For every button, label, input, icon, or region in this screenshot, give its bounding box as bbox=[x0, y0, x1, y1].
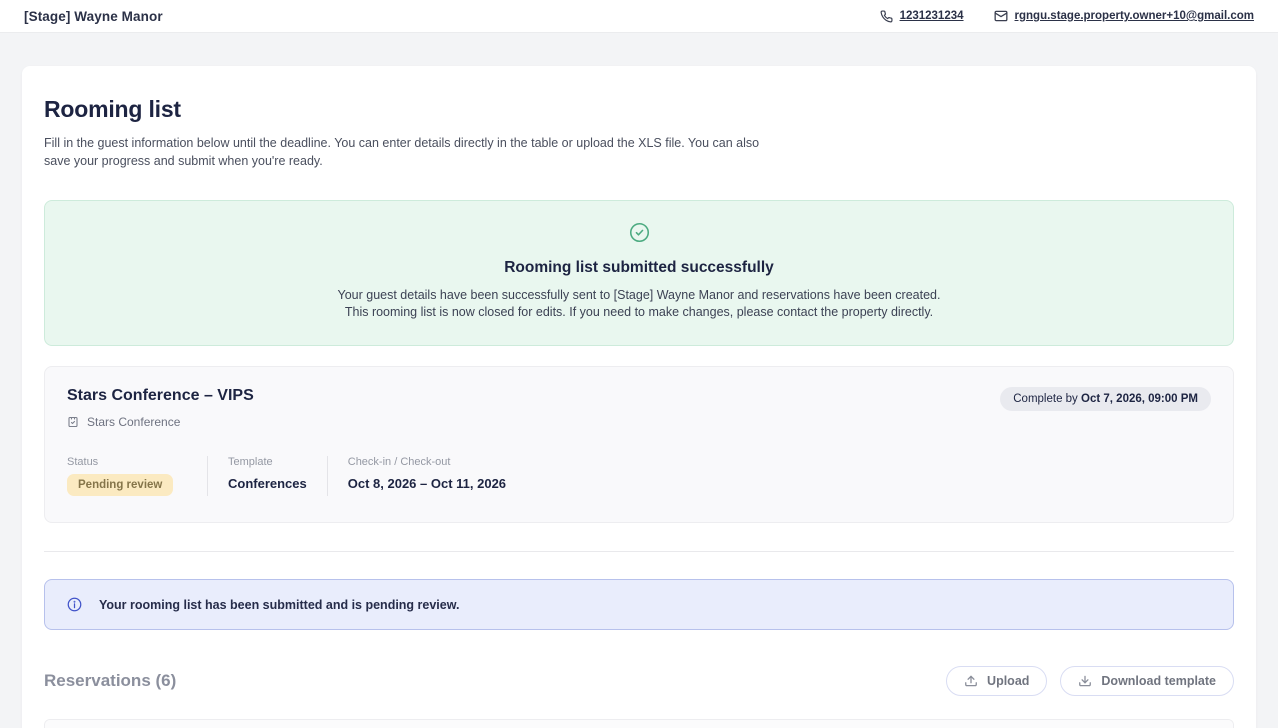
phone-icon bbox=[880, 10, 893, 23]
email-link[interactable]: rgngu.stage.property.owner+10@gmail.com bbox=[1015, 10, 1254, 22]
event-calendar-icon bbox=[67, 416, 79, 428]
phone-link[interactable]: 1231231234 bbox=[900, 10, 964, 22]
rooming-list-card: Rooming list Fill in the guest informati… bbox=[22, 66, 1256, 728]
success-banner-line1: Your guest details have been successfull… bbox=[75, 287, 1203, 304]
pending-review-info-banner: Your rooming list has been submitted and… bbox=[44, 579, 1234, 630]
page-description: Fill in the guest information below unti… bbox=[44, 135, 784, 170]
info-icon bbox=[67, 597, 82, 612]
section-divider bbox=[44, 551, 1234, 552]
upload-button[interactable]: Upload bbox=[946, 666, 1047, 696]
top-header-bar: [Stage] Wayne Manor 1231231234 rgngu.sta… bbox=[0, 0, 1278, 33]
table-group-header-row: RESERVATIONS GUESTS bbox=[45, 720, 1233, 728]
reservations-heading: Reservations (6) bbox=[44, 671, 176, 691]
envelope-icon bbox=[994, 9, 1008, 23]
event-subtitle: Stars Conference bbox=[87, 415, 180, 429]
checkin-checkout-value: Oct 8, 2026 – Oct 11, 2026 bbox=[348, 476, 506, 491]
event-summary-card: Stars Conference – VIPS Stars Conference… bbox=[44, 366, 1234, 523]
status-field: Status Pending review bbox=[67, 456, 207, 496]
complete-by-badge: Complete by Oct 7, 2026, 09:00 PM bbox=[1000, 387, 1211, 411]
info-banner-text: Your rooming list has been submitted and… bbox=[99, 598, 459, 612]
checkin-checkout-label: Check-in / Check-out bbox=[348, 456, 506, 468]
check-circle-icon bbox=[629, 222, 650, 243]
phone-contact: 1231231234 bbox=[880, 10, 964, 23]
property-name: [Stage] Wayne Manor bbox=[24, 9, 163, 24]
event-title: Stars Conference – VIPS bbox=[67, 387, 254, 405]
success-banner: Rooming list submitted successfully Your… bbox=[44, 200, 1234, 346]
download-icon bbox=[1078, 674, 1092, 688]
page-title: Rooming list bbox=[44, 96, 1234, 123]
status-badge: Pending review bbox=[67, 474, 173, 496]
success-banner-title: Rooming list submitted successfully bbox=[75, 259, 1203, 277]
template-value: Conferences bbox=[228, 476, 307, 491]
download-template-button[interactable]: Download template bbox=[1060, 666, 1234, 696]
success-banner-line2: This rooming list is now closed for edit… bbox=[75, 304, 1203, 321]
email-contact: rgngu.stage.property.owner+10@gmail.com bbox=[994, 9, 1254, 23]
reservations-table: RESERVATIONS GUESTS # Arrival Date * Dep… bbox=[44, 719, 1234, 728]
upload-icon bbox=[964, 674, 978, 688]
template-field: Template Conferences bbox=[207, 456, 327, 496]
template-label: Template bbox=[228, 456, 307, 468]
checkin-checkout-field: Check-in / Check-out Oct 8, 2026 – Oct 1… bbox=[327, 456, 526, 496]
status-label: Status bbox=[67, 456, 187, 468]
